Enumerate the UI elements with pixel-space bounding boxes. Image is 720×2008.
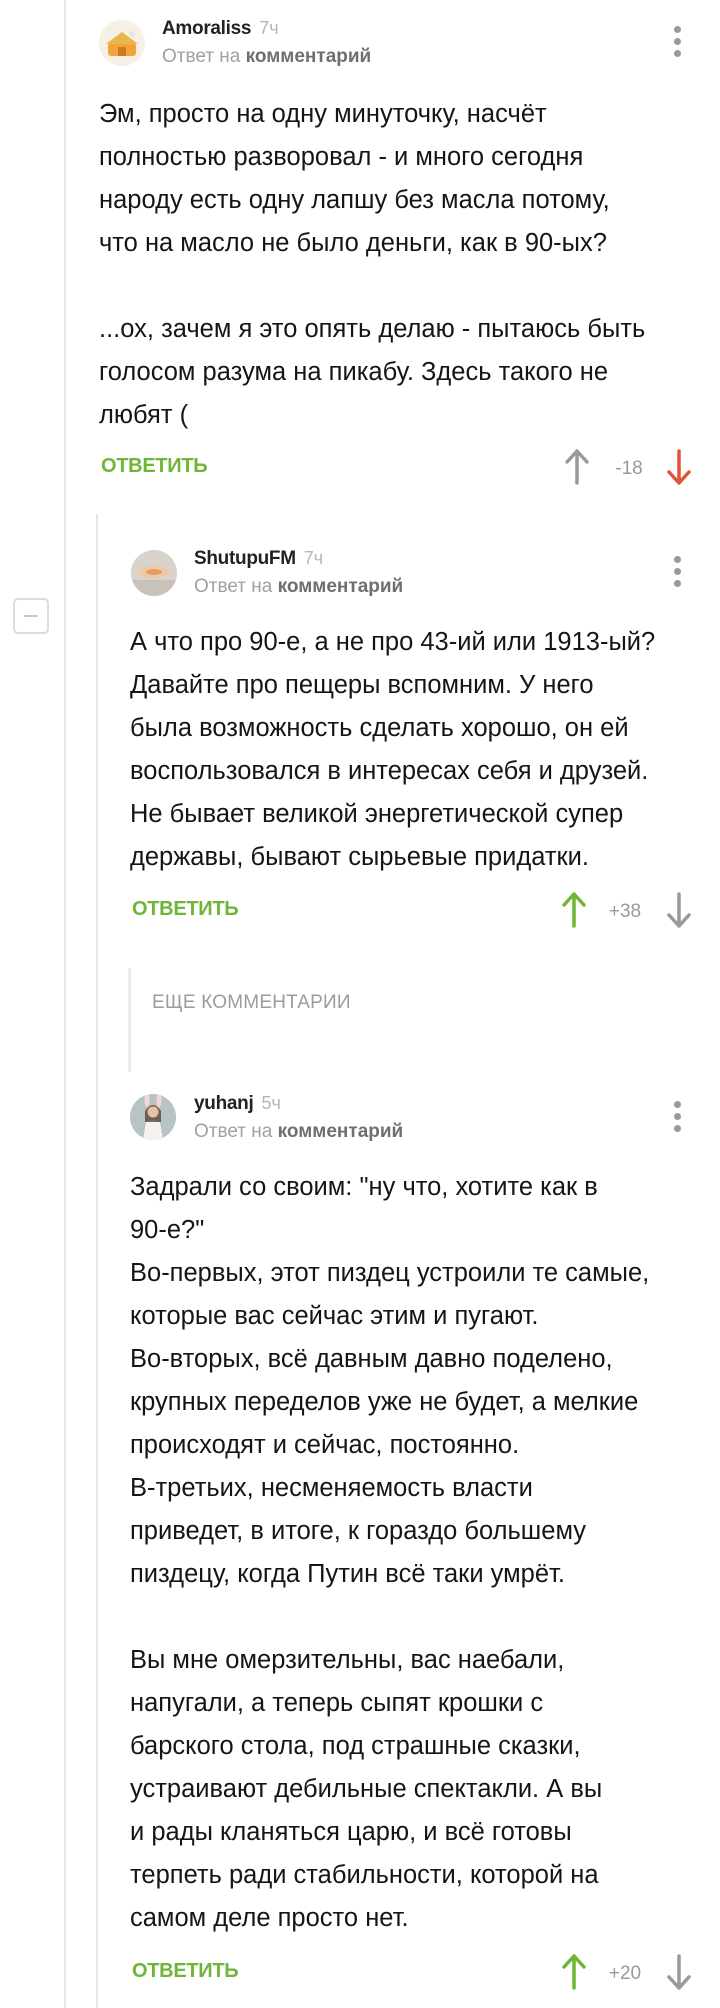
reply-button[interactable]: ОТВЕТИТЬ [132,1960,239,1983]
author-name[interactable]: yuhanj [194,1093,254,1114]
comment-body: Эм, просто на одну минуточку, насчёт пол… [99,100,646,429]
reply-to-link[interactable]: комментарий [246,46,372,67]
reply-to-line: Ответ на комментарий [162,46,371,68]
thread-line-nested [96,514,98,2008]
reply-button[interactable]: ОТВЕТИТЬ [132,898,239,921]
vote-up-icon[interactable] [559,1953,589,1991]
vote-down-icon[interactable] [664,1953,694,1991]
reply-to-prefix: Ответ на [194,576,273,597]
collapse-minus-icon [24,615,38,617]
comment-body: Задрали со своим: "ну что, хотите как в … [130,1173,650,1932]
reply-to-line: Ответ на комментарий [194,576,403,598]
author-name[interactable]: ShutupuFM [194,548,296,569]
more-comments-label: ЕЩЕ КОММЕНТАРИИ [152,992,351,1013]
vote-block: +20 [559,1953,695,1993]
comment-body: А что про 90-е, а не про 43-ий или 1913-… [130,628,656,871]
avatar[interactable] [130,1094,176,1140]
avatar[interactable] [99,20,145,66]
reply-button[interactable]: ОТВЕТИТЬ [101,455,208,478]
more-dots-icon[interactable] [672,26,682,62]
vote-score: -18 [615,458,643,479]
reply-to-prefix: Ответ на [194,1121,273,1142]
author-name[interactable]: Amoraliss [162,18,251,39]
comment-time: 7ч [303,548,324,568]
avatar[interactable] [131,550,177,596]
reply-to-link[interactable]: комментарий [278,576,404,597]
more-dots-icon[interactable] [672,556,682,592]
vote-block: +38 [559,891,695,931]
more-dots-icon[interactable] [672,1101,682,1137]
vote-score: +38 [608,901,642,922]
collapse-thread-button[interactable] [13,598,49,634]
comment-time: 7ч [259,18,279,38]
vote-block: -18 [562,448,698,488]
vote-up-icon[interactable] [562,448,592,486]
vote-score: +20 [608,1963,642,1984]
vote-down-icon[interactable] [664,891,694,929]
thread-line-root [64,0,66,2008]
vote-down-icon[interactable] [664,448,694,486]
vote-up-icon[interactable] [559,891,589,929]
more-comments-button[interactable]: ЕЩЕ КОММЕНТАРИИ [128,968,431,1072]
reply-to-line: Ответ на комментарий [194,1121,403,1143]
reply-to-prefix: Ответ на [162,46,241,67]
reply-to-link[interactable]: комментарий [278,1121,404,1142]
comment-time: 5ч [261,1093,281,1113]
